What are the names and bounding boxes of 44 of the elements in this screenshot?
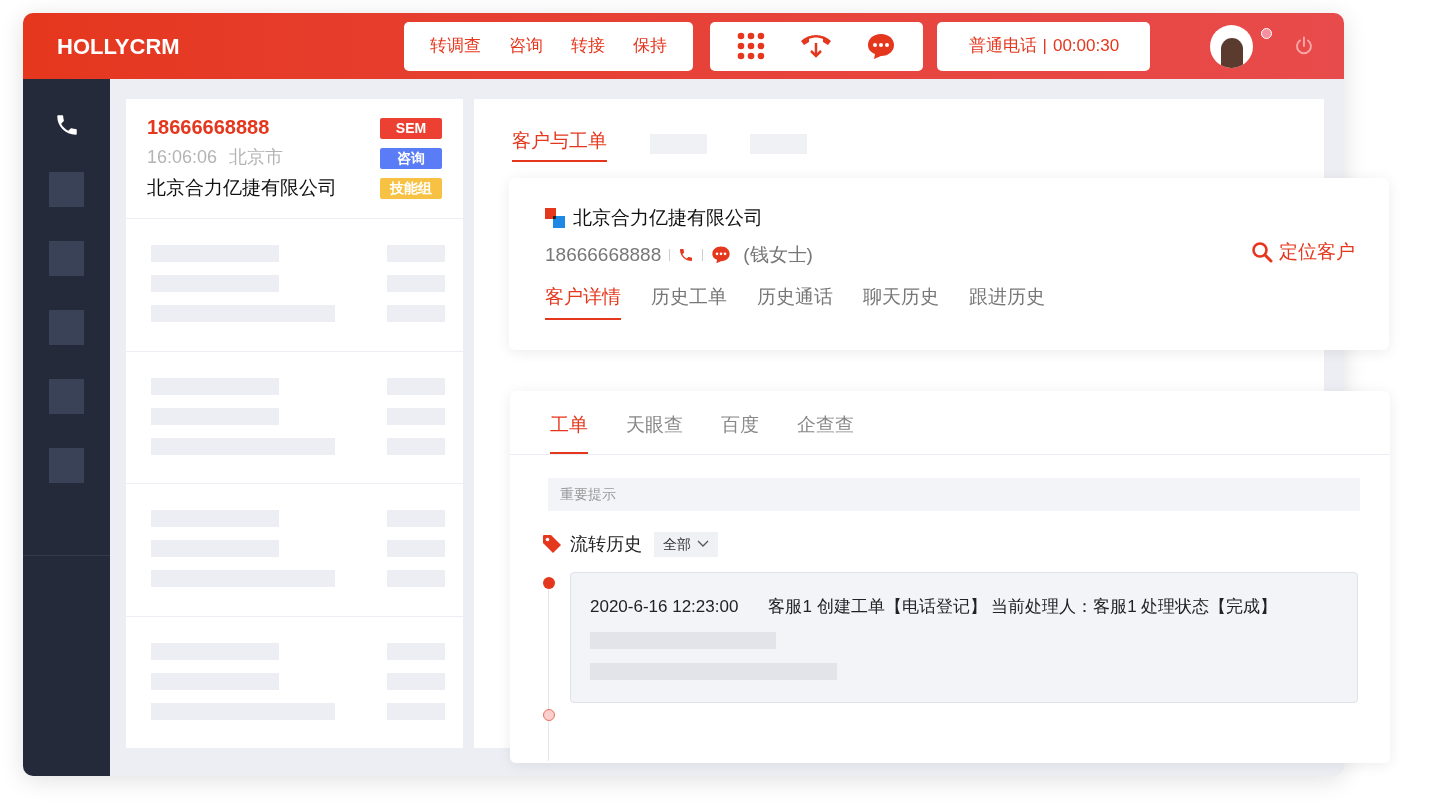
chevron-down-icon — [697, 540, 709, 548]
ticket-tab[interactable]: 天眼查 — [626, 411, 683, 454]
customer-tab[interactable]: 跟进历史 — [969, 283, 1045, 320]
tag-icon — [542, 534, 562, 554]
customer-tab[interactable]: 聊天历史 — [863, 283, 939, 320]
contact-city: 北京市 — [229, 146, 284, 169]
tag: 咨询 — [380, 148, 442, 169]
search-icon — [1251, 241, 1273, 264]
entry-text: 客服1 创建工单【电话登记】 当前处理人：客服1 处理状态【完成】 — [768, 595, 1278, 618]
call-action-button[interactable]: 咨询 — [509, 33, 544, 59]
brand-logo: HOLLYCRM — [57, 32, 181, 61]
history-label: 流转历史 — [570, 532, 642, 556]
contact-company: 北京合力亿捷有限公司 — [147, 176, 337, 200]
company-logo-icon — [545, 208, 565, 229]
ticket-tab[interactable]: 企查查 — [797, 411, 854, 454]
customer-tab[interactable]: 客户详情 — [545, 283, 621, 320]
ticket-tab[interactable]: 百度 — [721, 411, 759, 454]
customer-tab[interactable]: 历史工单 — [651, 283, 727, 320]
call-action-button[interactable]: 保持 — [633, 33, 668, 59]
call-action-button[interactable]: 转调查 — [430, 33, 482, 59]
contact-phone: 18666668888 — [147, 115, 271, 140]
customer-tab[interactable]: 历史通话 — [757, 283, 833, 320]
filter-dropdown[interactable]: 全部 — [654, 531, 718, 557]
contact-item[interactable]: 18666668888 16:06:06 北京市 北京合力亿捷有限公司 SEM 咨询 技能组 — [126, 99, 463, 219]
call-action-button[interactable]: 转接 — [571, 33, 606, 59]
chat-icon[interactable] — [711, 245, 732, 265]
customer-company: 北京合力亿捷有限公司 — [573, 206, 763, 230]
dialpad-icon[interactable] — [737, 32, 766, 60]
entry-time: 2020-6-16 12:23:00 — [590, 595, 739, 618]
call-type: 普通电话 — [968, 35, 1037, 58]
user-avatar[interactable] — [1210, 24, 1254, 68]
tag: SEM — [380, 118, 442, 139]
contact-name: (钱女士) — [743, 242, 813, 267]
locate-customer-button[interactable]: 定位客户 — [1251, 238, 1355, 267]
separator: | — [1042, 35, 1047, 58]
ticket-tab[interactable]: 工单 — [550, 411, 588, 454]
chat-icon[interactable] — [866, 32, 897, 60]
notice-field[interactable]: 重要提示 — [548, 477, 1360, 511]
tag: 技能组 — [380, 178, 442, 199]
hang-up-icon[interactable] — [798, 32, 833, 60]
main-tab[interactable]: 客户与工单 — [512, 127, 607, 162]
call-timer: 00:00:30 — [1052, 35, 1120, 58]
contact-time: 16:06:06 — [147, 146, 218, 169]
customer-phone: 18666668888 — [545, 242, 662, 267]
